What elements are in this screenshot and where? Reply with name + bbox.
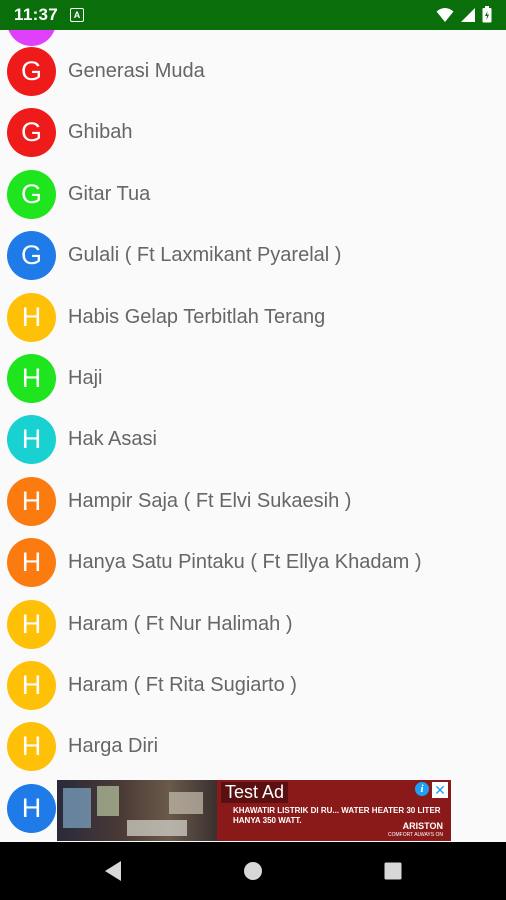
battery-icon xyxy=(482,6,492,23)
signal-icon xyxy=(461,7,475,22)
avatar: G xyxy=(7,108,56,158)
avatar: H xyxy=(7,661,56,710)
status-icons xyxy=(436,6,492,23)
avatar: H xyxy=(7,292,56,342)
song-title: Hampir Saja ( Ft Elvi Sukaesih ) xyxy=(68,489,352,512)
ad-image xyxy=(57,780,217,841)
list-item[interactable]: H Habis Gelap Terbitlah Terang xyxy=(0,287,506,348)
home-icon xyxy=(244,862,262,880)
list-item[interactable]: G Generasi Muda xyxy=(0,41,506,102)
navigation-bar xyxy=(0,842,506,900)
home-button[interactable] xyxy=(213,842,293,900)
song-title: Ghibah xyxy=(68,121,133,144)
list-item[interactable]: G Gulali ( Ft Laxmikant Pyarelal ) xyxy=(0,225,506,286)
avatar: H xyxy=(7,476,56,526)
song-title: Haram ( Ft Nur Halimah ) xyxy=(68,612,293,635)
ad-test-label: Test Ad xyxy=(221,782,289,803)
song-title: Haram ( Ft Rita Sugiarto ) xyxy=(68,674,297,696)
back-icon xyxy=(105,861,121,881)
avatar: G xyxy=(7,169,56,219)
list-item[interactable]: G Gitar Tua xyxy=(0,164,506,225)
status-time: 11:37 xyxy=(14,5,59,24)
song-title: Generasi Muda xyxy=(68,60,205,82)
list-item[interactable]: H Hanya Satu Pintaku ( Ft Ellya Khadam ) xyxy=(0,532,506,593)
avatar: G xyxy=(7,47,56,96)
avatar: H xyxy=(7,722,56,772)
status-bar: 11:37 A xyxy=(0,0,506,30)
ad-brand: ARISTON xyxy=(402,821,443,831)
ad-info-icon[interactable]: i xyxy=(415,782,429,796)
song-title: Harga Diri xyxy=(68,735,159,758)
avatar: H xyxy=(7,538,56,588)
recents-icon xyxy=(384,862,402,880)
avatar: H xyxy=(7,599,56,649)
list-item[interactable]: H Haram ( Ft Nur Halimah ) xyxy=(0,594,506,655)
notification-icon: A xyxy=(70,8,85,22)
back-button[interactable] xyxy=(73,842,153,900)
wifi-icon xyxy=(436,7,454,22)
avatar: H xyxy=(7,415,56,465)
list-item[interactable]: H Haji xyxy=(0,348,506,409)
list-item[interactable]: H Harga Diri xyxy=(0,716,506,777)
song-list[interactable]: G Generasi Muda G Ghibah G Gitar Tua G Gulali (… xyxy=(0,30,506,842)
avatar: H xyxy=(7,354,56,403)
list-item[interactable]: G Ghibah xyxy=(0,102,506,163)
list-item[interactable]: H Hak Asasi xyxy=(0,409,506,470)
song-title: Hanya Satu Pintaku ( Ft Ellya Khadam ) xyxy=(68,551,422,574)
avatar: G xyxy=(7,231,56,281)
recents-button[interactable] xyxy=(353,842,433,900)
song-title: Hak Asasi xyxy=(68,428,157,451)
list-item[interactable]: H Hampir Saja ( Ft Elvi Sukaesih ) xyxy=(0,471,506,532)
song-title: Habis Gelap Terbitlah Terang xyxy=(68,305,326,328)
avatar: H xyxy=(7,783,56,833)
list-item[interactable]: H Haram ( Ft Rita Sugiarto ) xyxy=(0,655,506,716)
song-title: Haji xyxy=(68,367,103,389)
song-title: Gitar Tua xyxy=(68,182,151,205)
ad-brand-sub: COMFORT ALWAYS ON xyxy=(387,832,443,838)
ad-banner[interactable]: Test Ad KHAWATIR LISTRIK DI RU... WATER … xyxy=(57,780,451,841)
song-title: Gulali ( Ft Laxmikant Pyarelal ) xyxy=(68,244,342,267)
ad-close-icon[interactable]: ✕ xyxy=(432,782,448,798)
